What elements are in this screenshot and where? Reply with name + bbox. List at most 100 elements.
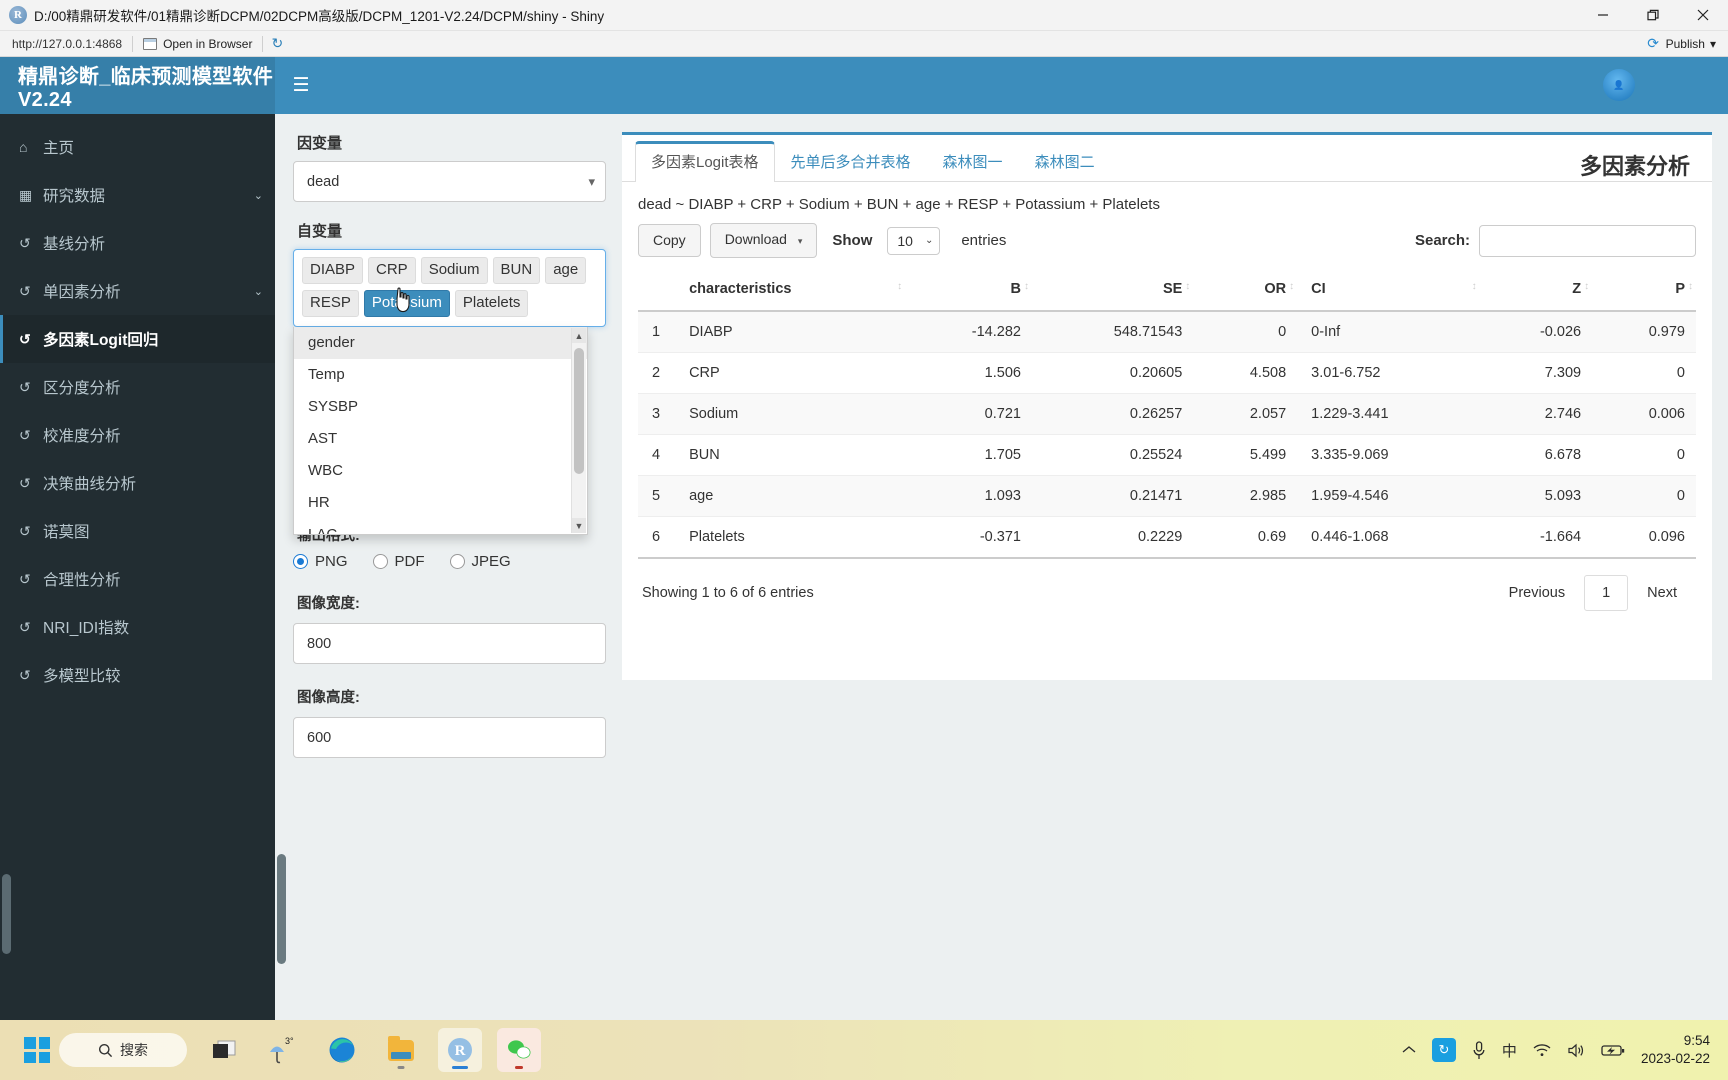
variable-token[interactable]: Platelets — [454, 290, 529, 317]
cell-CI: 1.959-4.546 — [1297, 475, 1480, 517]
download-button[interactable]: Download ▾ — [709, 223, 818, 258]
file-explorer-icon[interactable] — [379, 1028, 423, 1072]
dropdown-option[interactable]: WBC — [294, 455, 587, 487]
cell-Z: -1.664 — [1479, 516, 1593, 559]
next-page-button[interactable]: Next — [1632, 576, 1692, 610]
variable-token[interactable]: BUN — [492, 257, 541, 284]
sidebar-item-5[interactable]: ↺ 区分度分析 — [0, 363, 275, 411]
microphone-icon[interactable] — [1472, 1040, 1486, 1060]
radio-button-icon[interactable] — [372, 554, 388, 569]
wechat-icon[interactable] — [497, 1028, 541, 1072]
dropdown-scrollbar[interactable]: ▲ ▼ — [571, 328, 586, 533]
sidebar-item-10[interactable]: ↺ NRI_IDI指数 — [0, 603, 275, 651]
dropdown-scrollbar-thumb[interactable] — [574, 348, 584, 474]
open-in-browser-label: Open in Browser — [163, 36, 253, 51]
ime-indicator[interactable]: 中 — [1502, 1040, 1517, 1061]
refresh-icon[interactable]: ↻ — [263, 35, 291, 52]
variable-token[interactable]: Sodium — [420, 257, 488, 284]
sidebar-scrollbar-thumb[interactable] — [2, 874, 11, 954]
column-header-CI[interactable]: CI — [1297, 272, 1480, 312]
column-header-Z[interactable]: Z — [1479, 272, 1593, 312]
tab-2[interactable]: 森林图一 — [927, 141, 1019, 182]
avatar[interactable]: 👤 — [1603, 69, 1635, 101]
dropdown-option[interactable]: HR — [294, 487, 587, 519]
variable-dropdown-list[interactable]: genderTempSYSBPASTWBCHRLACSPO2 ▲ ▼ — [293, 327, 588, 535]
column-header-OR[interactable]: OR — [1193, 272, 1298, 312]
volume-icon[interactable] — [1567, 1043, 1585, 1058]
tab-1[interactable]: 先单后多合并表格 — [775, 141, 927, 182]
open-in-browser-button[interactable]: Open in Browser — [133, 31, 262, 57]
close-icon[interactable] — [1678, 0, 1728, 31]
dropdown-option[interactable]: gender — [294, 327, 587, 359]
scroll-up-icon[interactable]: ▲ — [572, 328, 586, 343]
hamburger-icon[interactable]: ☰ — [275, 57, 327, 114]
format-radio-png[interactable]: PNG — [293, 553, 348, 570]
battery-icon[interactable] — [1601, 1043, 1625, 1057]
dropdown-option[interactable]: SYSBP — [294, 391, 587, 423]
cell-characteristics: BUN — [671, 434, 906, 476]
chevron-down-icon: ⌄ — [253, 189, 263, 202]
variable-token[interactable]: age — [545, 257, 587, 284]
content-scrollbar-thumb[interactable] — [277, 854, 286, 964]
sidebar-item-1[interactable]: ▦ 研究数据 ⌄ — [0, 171, 275, 219]
table-row[interactable]: 2 CRP 1.506 0.20605 4.508 3.01-6.752 7.309 0 — [638, 352, 1696, 394]
entries-per-page-select[interactable]: 10 ⌄ — [887, 226, 941, 255]
table-row[interactable]: 3 Sodium 0.721 0.26257 2.057 1.229-3.441 2.746… — [638, 393, 1696, 435]
minimize-icon[interactable] — [1578, 0, 1628, 31]
edge-icon[interactable] — [320, 1028, 364, 1072]
column-header-SE[interactable]: SE — [1031, 272, 1194, 312]
tab-0[interactable]: 多因素Logit表格 — [635, 141, 775, 182]
dropdown-option[interactable]: AST — [294, 423, 587, 455]
rstudio-icon[interactable]: R — [438, 1028, 482, 1072]
format-radio-jpeg[interactable]: JPEG — [449, 553, 511, 570]
dropdown-option[interactable]: Temp — [294, 359, 587, 391]
format-radio-pdf[interactable]: PDF — [372, 553, 425, 570]
sidebar-item-0[interactable]: ⌂ 主页 — [0, 123, 275, 171]
sidebar-item-11[interactable]: ↺ 多模型比较 — [0, 651, 275, 699]
table-row[interactable]: 5 age 1.093 0.21471 2.985 1.959-4.546 5.093 0 — [638, 475, 1696, 517]
column-header-B[interactable]: B — [905, 272, 1032, 312]
sidebar-item-label: 多因素Logit回归 — [43, 332, 159, 349]
table-row[interactable]: 4 BUN 1.705 0.25524 5.499 3.335-9.069 6.678 0 — [638, 434, 1696, 476]
taskbar-search-button[interactable]: 搜索 — [59, 1033, 187, 1067]
previous-page-button[interactable]: Previous — [1494, 576, 1580, 610]
table-row[interactable]: 1 DIABP -14.282 548.71543 0 0-Inf -0.026 0.979 — [638, 311, 1696, 353]
search-input[interactable] — [1479, 224, 1696, 257]
image-height-input[interactable]: 600 — [293, 717, 606, 758]
independent-variable-tokeninput[interactable]: DIABP CRP Sodium BUN age RESP Potassium Platele… — [293, 249, 606, 327]
restore-icon[interactable] — [1628, 0, 1678, 31]
variable-token[interactable]: DIABP — [302, 257, 364, 284]
sidebar-item-9[interactable]: ↺ 合理性分析 — [0, 555, 275, 603]
windows-start-icon[interactable] — [24, 1037, 50, 1063]
table-row[interactable]: 6 Platelets -0.371 0.2229 0.69 0.446-1.068 -1.… — [638, 516, 1696, 559]
sidebar-item-7[interactable]: ↺ 决策曲线分析 — [0, 459, 275, 507]
variable-token[interactable]: Potassium — [363, 290, 450, 317]
column-header-P[interactable]: P — [1592, 272, 1696, 312]
image-width-input[interactable]: 800 — [293, 623, 606, 664]
cell-idx: 5 — [638, 475, 672, 517]
scroll-down-icon[interactable]: ▼ — [572, 518, 586, 533]
sidebar-item-2[interactable]: ↺ 基线分析 — [0, 219, 275, 267]
dropdown-option[interactable]: LAC — [294, 519, 587, 534]
chevron-up-icon[interactable] — [1402, 1045, 1416, 1055]
sidebar-item-6[interactable]: ↺ 校准度分析 — [0, 411, 275, 459]
page-1-button[interactable]: 1 — [1584, 575, 1629, 611]
task-view-icon[interactable] — [202, 1028, 246, 1072]
column-header-characteristics[interactable]: characteristics — [671, 272, 906, 312]
tab-3[interactable]: 森林图二 — [1019, 141, 1111, 182]
taskbar-clock[interactable]: 9:54 2023-02-22 — [1641, 1032, 1710, 1068]
output-format-radio-group[interactable]: PNG PDF JPEG — [293, 553, 606, 570]
copy-button[interactable]: Copy — [638, 224, 701, 257]
publish-button[interactable]: ⟳ Publish ▾ — [1646, 35, 1728, 51]
sync-icon[interactable]: ↻ — [1431, 1038, 1456, 1062]
sidebar-item-3[interactable]: ↺ 单因素分析 ⌄ — [0, 267, 275, 315]
dependent-variable-select[interactable]: dead ▾ — [293, 161, 606, 202]
variable-token[interactable]: RESP — [302, 290, 359, 317]
radio-button-icon[interactable] — [449, 554, 465, 569]
sidebar-item-4[interactable]: ↺ 多因素Logit回归 — [0, 315, 275, 363]
wifi-icon[interactable] — [1533, 1043, 1551, 1057]
radio-button-icon[interactable] — [293, 554, 308, 569]
sidebar-item-8[interactable]: ↺ 诺莫图 — [0, 507, 275, 555]
variable-token[interactable]: CRP — [368, 257, 416, 284]
weather-icon[interactable]: 3° — [261, 1028, 305, 1072]
